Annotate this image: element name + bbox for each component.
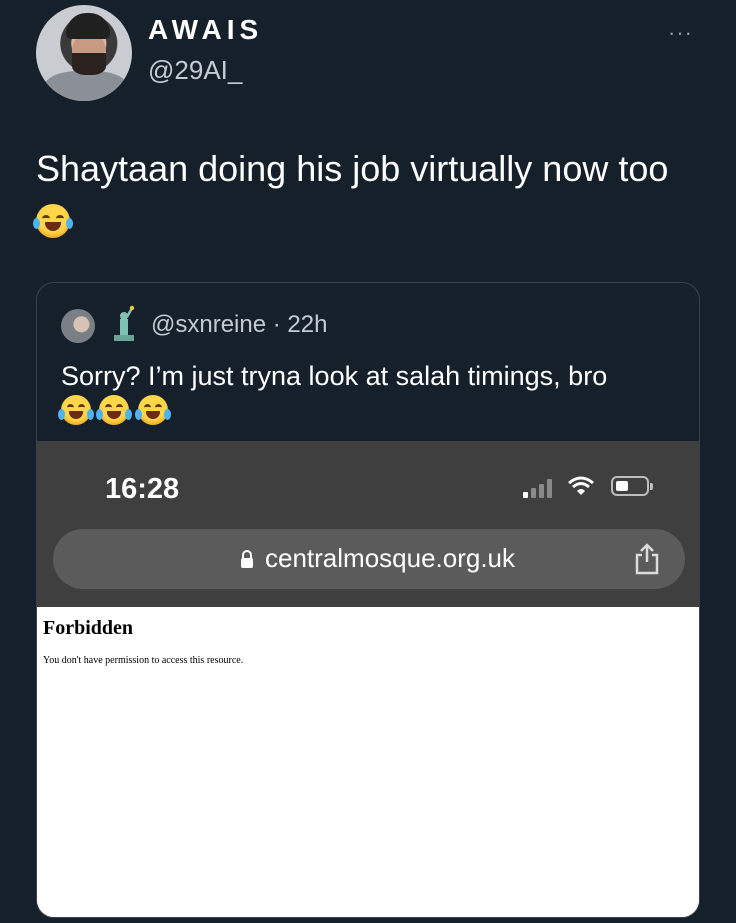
url-text[interactable]: centralmosque.org.uk — [265, 543, 515, 574]
statue-of-liberty-icon — [114, 305, 135, 341]
loudly-crying-emoji-icon — [134, 395, 171, 425]
quoted-emoji-row — [58, 395, 172, 425]
quoted-tweet-card[interactable]: @sxnreine · 22h Sorry? I’m just tryna lo… — [36, 282, 700, 918]
quoted-handle[interactable]: @sxnreine — [151, 311, 266, 338]
forbidden-message: You don't have permission to access this… — [43, 655, 244, 666]
loudly-crying-emoji-icon — [96, 395, 133, 425]
tears-of-joy-emoji-icon — [33, 204, 73, 239]
attached-screenshot[interactable]: 16:28 centralmosque.org.uk Forbidden You… — [37, 441, 699, 917]
quoted-handle-line: @sxnreine · 22h — [151, 311, 327, 339]
status-bar-time: 16:28 — [105, 473, 180, 505]
battery-icon — [611, 476, 653, 496]
more-options-icon[interactable]: ··· — [668, 20, 693, 46]
web-page-content: Forbidden You don't have permission to a… — [37, 607, 699, 917]
forbidden-heading: Forbidden — [43, 617, 134, 639]
loudly-crying-emoji-icon — [58, 395, 94, 425]
quoted-author-avatar[interactable] — [61, 309, 95, 343]
author-handle[interactable]: @29AI_ — [148, 55, 242, 86]
tweet-text: Shaytaan doing his job virtually now too — [33, 144, 696, 244]
share-icon[interactable] — [633, 543, 661, 575]
avatar-jacket — [44, 71, 128, 101]
lock-icon — [241, 550, 253, 568]
cellular-signal-icon — [523, 479, 552, 498]
quoted-tweet-text: Sorry? I’m just tryna look at salah timi… — [61, 361, 608, 391]
browser-chrome: 16:28 centralmosque.org.uk — [37, 441, 699, 607]
quoted-time: · 22h — [272, 311, 328, 338]
avatar-beard — [72, 53, 106, 75]
tweet-text-content: Shaytaan doing his job virtually now too — [36, 148, 669, 189]
wifi-icon — [568, 476, 594, 495]
author-avatar[interactable] — [36, 5, 132, 101]
url-bar[interactable]: centralmosque.org.uk — [53, 529, 685, 589]
avatar-hat — [66, 13, 110, 39]
author-display-name[interactable]: AWAIS — [148, 14, 263, 46]
